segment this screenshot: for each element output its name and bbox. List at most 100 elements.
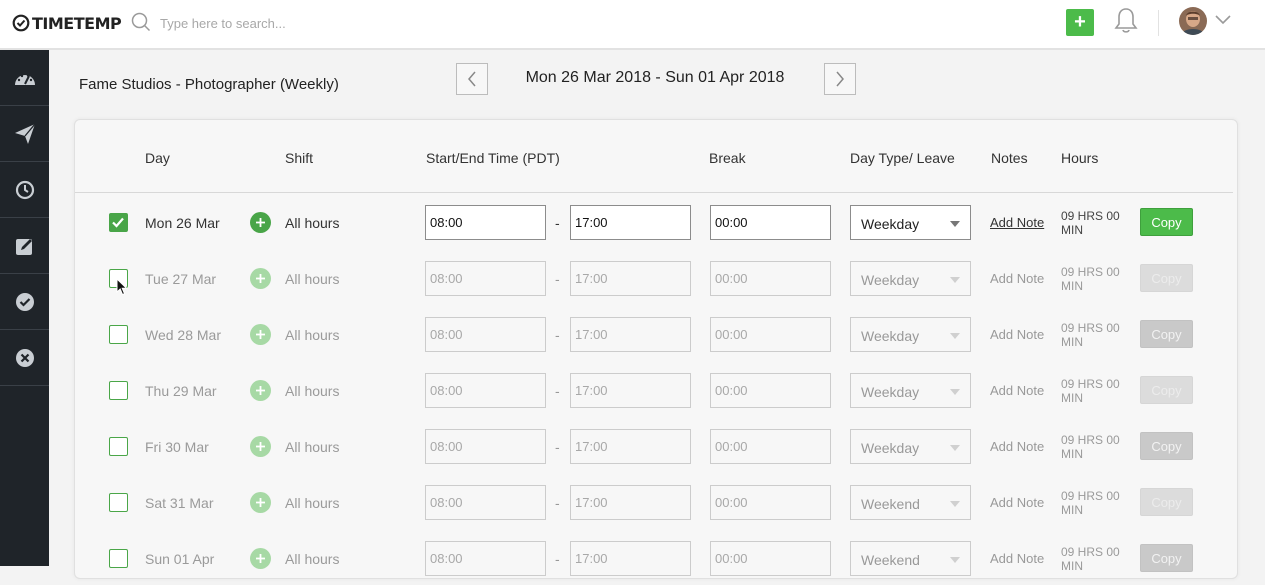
plus-icon (256, 386, 265, 395)
table-row: Thu 29 Mar All hours - Weekday Add Note 09 HR… (75, 361, 1233, 417)
add-note-link[interactable]: Add Note (990, 495, 1044, 510)
add-shift-button[interactable] (250, 324, 271, 345)
copy-button[interactable]: Copy (1140, 320, 1193, 348)
chevron-right-icon (836, 71, 844, 87)
prev-week-button[interactable] (456, 63, 488, 95)
row-select-checkbox[interactable] (109, 381, 128, 400)
add-button[interactable]: + (1066, 9, 1094, 36)
break-input[interactable] (710, 261, 831, 296)
start-time-input[interactable] (425, 373, 546, 408)
day-type-value: Weekday (861, 440, 920, 456)
start-time-input[interactable] (425, 317, 546, 352)
row-select-checkbox[interactable] (109, 325, 128, 344)
row-shift: All hours (285, 551, 340, 567)
sidebar-item-send[interactable] (0, 106, 49, 162)
day-type-select[interactable]: Weekday (850, 261, 971, 296)
row-shift: All hours (285, 215, 340, 231)
break-input[interactable] (710, 373, 831, 408)
end-time-input[interactable] (570, 541, 691, 576)
copy-button[interactable]: Copy (1140, 488, 1193, 516)
row-hours: 09 HRS 00 MIN (1061, 209, 1120, 237)
copy-button[interactable]: Copy (1140, 376, 1193, 404)
row-shift: All hours (285, 383, 340, 399)
day-type-select[interactable]: Weekday (850, 373, 971, 408)
break-input[interactable] (710, 541, 831, 576)
bell-icon[interactable] (1113, 7, 1139, 35)
logo-clock-icon (12, 14, 30, 32)
sidebar-item-rejected[interactable] (0, 330, 49, 386)
edit-icon (15, 238, 32, 255)
sidebar (0, 50, 49, 566)
add-shift-button[interactable] (250, 492, 271, 513)
copy-button[interactable]: Copy (1140, 432, 1193, 460)
day-type-select[interactable]: Weekday (850, 429, 971, 464)
break-input[interactable] (710, 205, 831, 240)
start-time-input[interactable] (425, 429, 546, 464)
end-time-input[interactable] (570, 317, 691, 352)
user-avatar[interactable] (1179, 7, 1207, 35)
sidebar-item-dashboard[interactable] (0, 50, 49, 106)
table-row: Tue 27 Mar All hours - Weekday Add Note 09 HR… (75, 249, 1233, 305)
break-input[interactable] (710, 317, 831, 352)
sidebar-item-edit[interactable] (0, 218, 49, 274)
start-time-input[interactable] (425, 541, 546, 576)
add-note-link[interactable]: Add Note (990, 327, 1044, 342)
row-select-checkbox[interactable] (109, 437, 128, 456)
add-note-link[interactable]: Add Note (990, 271, 1044, 286)
day-type-select[interactable]: Weekday (850, 317, 971, 352)
top-bar: TIMETEMP + (0, 0, 1265, 50)
add-note-link[interactable]: Add Note (990, 439, 1044, 454)
time-separator: - (555, 495, 560, 511)
day-type-select[interactable]: Weekend (850, 541, 971, 576)
close-circle-icon (15, 348, 34, 367)
time-separator: - (555, 439, 560, 455)
page-title: Fame Studios - Photographer (Weekly) (79, 76, 339, 93)
break-input[interactable] (710, 429, 831, 464)
timesheet-card: Day Shift Start/End Time (PDT) Break Day… (74, 119, 1238, 579)
row-shift: All hours (285, 495, 340, 511)
row-select-checkbox[interactable] (109, 493, 128, 512)
search-input[interactable] (160, 12, 560, 34)
caret-down-icon (950, 389, 960, 395)
add-note-link[interactable]: Add Note (990, 383, 1044, 398)
add-shift-button[interactable] (250, 212, 271, 233)
copy-button[interactable]: Copy (1140, 264, 1193, 292)
add-shift-button[interactable] (250, 436, 271, 457)
row-select-checkbox[interactable] (109, 213, 128, 232)
clock-icon (15, 180, 34, 199)
start-time-input[interactable] (425, 261, 546, 296)
plus-icon (256, 218, 265, 227)
search-icon (131, 12, 151, 32)
day-type-value: Weekday (861, 216, 920, 232)
end-time-input[interactable] (570, 205, 691, 240)
app-logo[interactable]: TIMETEMP (12, 12, 122, 34)
chevron-down-icon[interactable] (1214, 14, 1232, 26)
end-time-input[interactable] (570, 373, 691, 408)
day-type-select[interactable]: Weekend (850, 485, 971, 520)
day-type-select[interactable]: Weekday (850, 205, 971, 240)
start-time-input[interactable] (425, 205, 546, 240)
header-shift: Shift (285, 150, 314, 166)
add-note-link[interactable]: Add Note (990, 215, 1044, 230)
sidebar-item-timesheets[interactable] (0, 162, 49, 218)
start-time-input[interactable] (425, 485, 546, 520)
next-week-button[interactable] (824, 63, 856, 95)
row-shift: All hours (285, 271, 340, 287)
avatar-image (1179, 7, 1207, 35)
time-separator: - (555, 383, 560, 399)
add-shift-button[interactable] (250, 268, 271, 289)
copy-button[interactable]: Copy (1140, 544, 1193, 572)
end-time-input[interactable] (570, 485, 691, 520)
header-divider (1158, 10, 1159, 36)
time-separator: - (555, 551, 560, 567)
add-note-link[interactable]: Add Note (990, 551, 1044, 566)
end-time-input[interactable] (570, 261, 691, 296)
copy-button[interactable]: Copy (1140, 208, 1193, 236)
row-select-checkbox[interactable] (109, 269, 128, 288)
break-input[interactable] (710, 485, 831, 520)
end-time-input[interactable] (570, 429, 691, 464)
row-day: Wed 28 Mar (145, 327, 221, 343)
row-select-checkbox[interactable] (109, 549, 128, 568)
add-shift-button[interactable] (250, 380, 271, 401)
sidebar-item-approvals[interactable] (0, 274, 49, 330)
